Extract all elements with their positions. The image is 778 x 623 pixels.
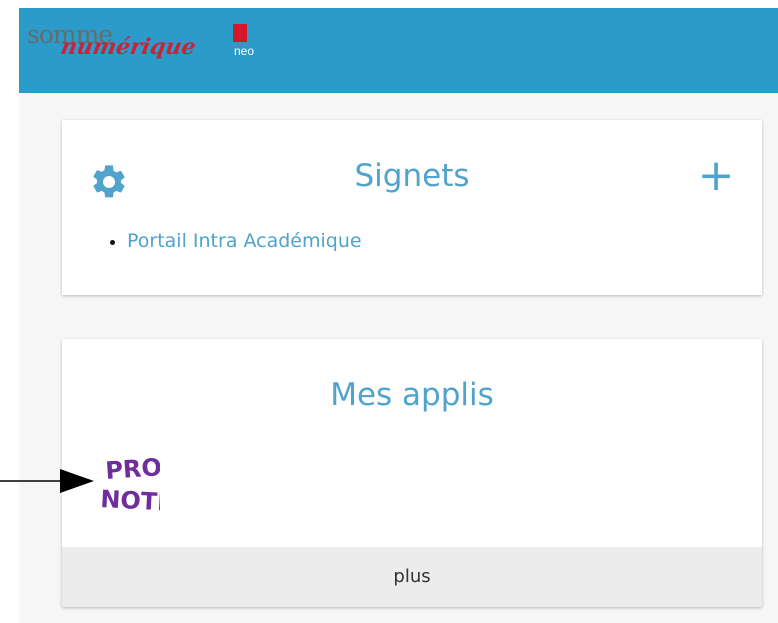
neo-logo: neo — [223, 24, 263, 64]
bookmark-link-portail[interactable]: Portail Intra Académique — [127, 230, 362, 252]
pronote-logo-line1: PRO — [104, 453, 160, 485]
neo-logo-text: neo — [234, 44, 255, 58]
somme-numerique-logo[interactable]: somme numérique neo — [27, 20, 267, 68]
more-apps-button[interactable]: plus — [62, 547, 762, 607]
neo-logo-mark — [233, 24, 247, 42]
bookmark-item: Portail Intra Académique — [127, 230, 362, 253]
annotation-arrow — [0, 469, 94, 493]
add-bookmark-plus-icon[interactable]: + — [696, 154, 736, 198]
bookmark-list: Portail Intra Académique — [102, 230, 362, 253]
mes-applis-widget: Mes applis PRO NOTE plus — [62, 339, 762, 607]
signets-widget: Signets + Portail Intra Académique — [62, 120, 762, 295]
top-bar: somme numérique neo — [19, 8, 778, 93]
signets-title: Signets — [354, 158, 470, 194]
mes-applis-title: Mes applis — [330, 377, 494, 413]
logo-text-numerique: numérique — [58, 34, 198, 60]
pronote-logo-line2: NOTE — [100, 485, 160, 515]
